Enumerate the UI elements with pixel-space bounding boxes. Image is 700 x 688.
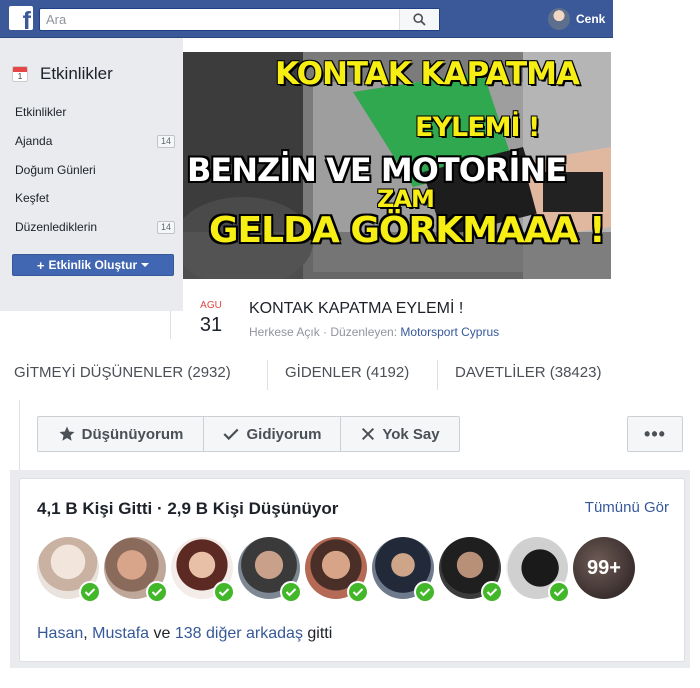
interested-label: Düşünüyorum [81,425,184,443]
create-event-label: Etkinlik Oluştur [48,258,138,272]
interested-button[interactable]: Düşünüyorum [38,417,204,451]
other-friends-link[interactable]: 138 diğer arkadaş [175,625,303,642]
event-privacy: Herkese Açık · Düzenleyen: [249,325,398,339]
user-profile-link[interactable]: Cenk [548,7,605,31]
divider [437,360,438,390]
banner-line: ZAM [377,185,435,213]
separator-text: , [83,625,93,642]
see-all-link[interactable]: Tümünü Gör [585,499,669,516]
event-date: AGU 31 [195,300,227,337]
attendance-summary: 4,1 B Kişi Gitti · 2,9 B Kişi Düşünüyor [37,499,339,518]
went-text: gitti [302,625,333,642]
divider [267,360,268,390]
tab-invited[interactable]: DAVETLİLER (38423) [455,364,601,381]
going-check-icon [548,581,570,603]
event-meta: Herkese Açık · Düzenleyen: Motorsport Cy… [249,325,499,339]
going-button[interactable]: Gidiyorum [204,417,341,451]
ignore-label: Yok Say [382,425,440,443]
sidebar-item-ajanda[interactable]: Ajanda 14 [15,131,175,151]
going-check-icon [280,581,302,603]
calendar-icon: 1 [12,66,28,82]
sidebar-item-etkinlikler[interactable]: Etkinlikler [15,102,175,122]
banner-line: GELDA GÖRKMAAA ! [209,210,605,251]
plus-icon: + [36,257,45,273]
going-check-icon [146,581,168,603]
event-day: 31 [199,314,223,336]
conjunction-text: ve [149,625,175,642]
search-box [39,8,440,31]
more-friends-count: 99+ [587,556,621,579]
search-input[interactable] [40,9,400,30]
close-icon [362,427,375,441]
avatar [548,8,570,30]
going-label: Gidiyorum [246,425,322,443]
divider [170,311,171,339]
sidebar-item-duzenlediklerin[interactable]: Düzenlediklerin 14 [15,217,175,237]
caret-down-icon [141,263,150,267]
event-page: f Cenk 1 Etkinlikler Etkinlikler Ajanda … [0,0,700,688]
going-check-icon [213,581,235,603]
banner-line: EYLEMİ ! [415,112,540,143]
more-dots-icon: ••• [644,423,666,444]
banner-line: BENZİN VE MOTORİNE [187,151,567,189]
count-badge: 14 [156,220,175,234]
sidebar-item-label: Etkinlikler [15,105,67,119]
user-name: Cenk [576,12,606,26]
going-check-icon [79,581,101,603]
sidebar-title: Etkinlikler [40,64,113,83]
sidebar-item-label: Ajanda [15,134,53,148]
sidebar: 1 Etkinlikler Etkinlikler Ajanda 14 Doğu… [0,38,183,311]
more-options-button[interactable]: ••• [627,416,683,452]
divider [19,400,20,470]
organizer-link[interactable]: Motorsport Cyprus [400,325,499,339]
sidebar-item-label: Düzenlediklerin [15,220,98,234]
friends-going-text: Hasan, Mustafa ve 138 diğer arkadaş gitt… [37,625,332,643]
sidebar-item-label: Doğum Günleri [15,163,96,177]
count-badge: 14 [156,134,175,148]
search-button[interactable] [399,9,439,30]
event-title: KONTAK KAPATMA EYLEMİ ! [249,300,464,317]
event-month: AGU [200,300,222,311]
create-event-button[interactable]: + Etkinlik Oluştur [12,254,174,276]
friend-link[interactable]: Mustafa [92,625,149,642]
facebook-logo-icon[interactable]: f [9,6,33,30]
friend-avatars: 99+ [37,537,657,603]
tab-going[interactable]: GİDENLER (4192) [285,364,409,381]
checkmark-icon [223,428,240,441]
friends-attending-card: 4,1 B Kişi Gitti · 2,9 B Kişi Düşünüyor … [19,478,685,662]
ignore-button[interactable]: Yok Say [341,417,459,451]
sidebar-header[interactable]: 1 Etkinlikler [12,64,113,84]
search-icon [413,13,426,26]
sidebar-item-dogum-gunleri[interactable]: Doğum Günleri [15,160,175,180]
going-check-icon [481,581,503,603]
going-check-icon [347,581,369,603]
top-bar: f Cenk [0,0,613,38]
banner-line: KONTAK KAPATMA [275,56,580,92]
friend-link[interactable]: Hasan [37,625,83,642]
guest-tabs: GİTMEYİ DÜŞÜNENLER (2932) GİDENLER (4192… [0,358,700,394]
star-icon [59,426,75,441]
more-friends-avatar[interactable]: 99+ [573,537,635,599]
going-check-icon [414,581,436,603]
event-cover-photo[interactable]: KONTAK KAPATMA EYLEMİ ! BENZİN VE MOTORİ… [183,52,611,279]
sidebar-item-label: Keşfet [15,191,50,205]
tab-interested[interactable]: GİTMEYİ DÜŞÜNENLER (2932) [14,364,231,381]
sidebar-item-kesfet[interactable]: Keşfet [15,188,175,208]
rsvp-buttons: Düşünüyorum Gidiyorum Yok Say [37,416,460,452]
